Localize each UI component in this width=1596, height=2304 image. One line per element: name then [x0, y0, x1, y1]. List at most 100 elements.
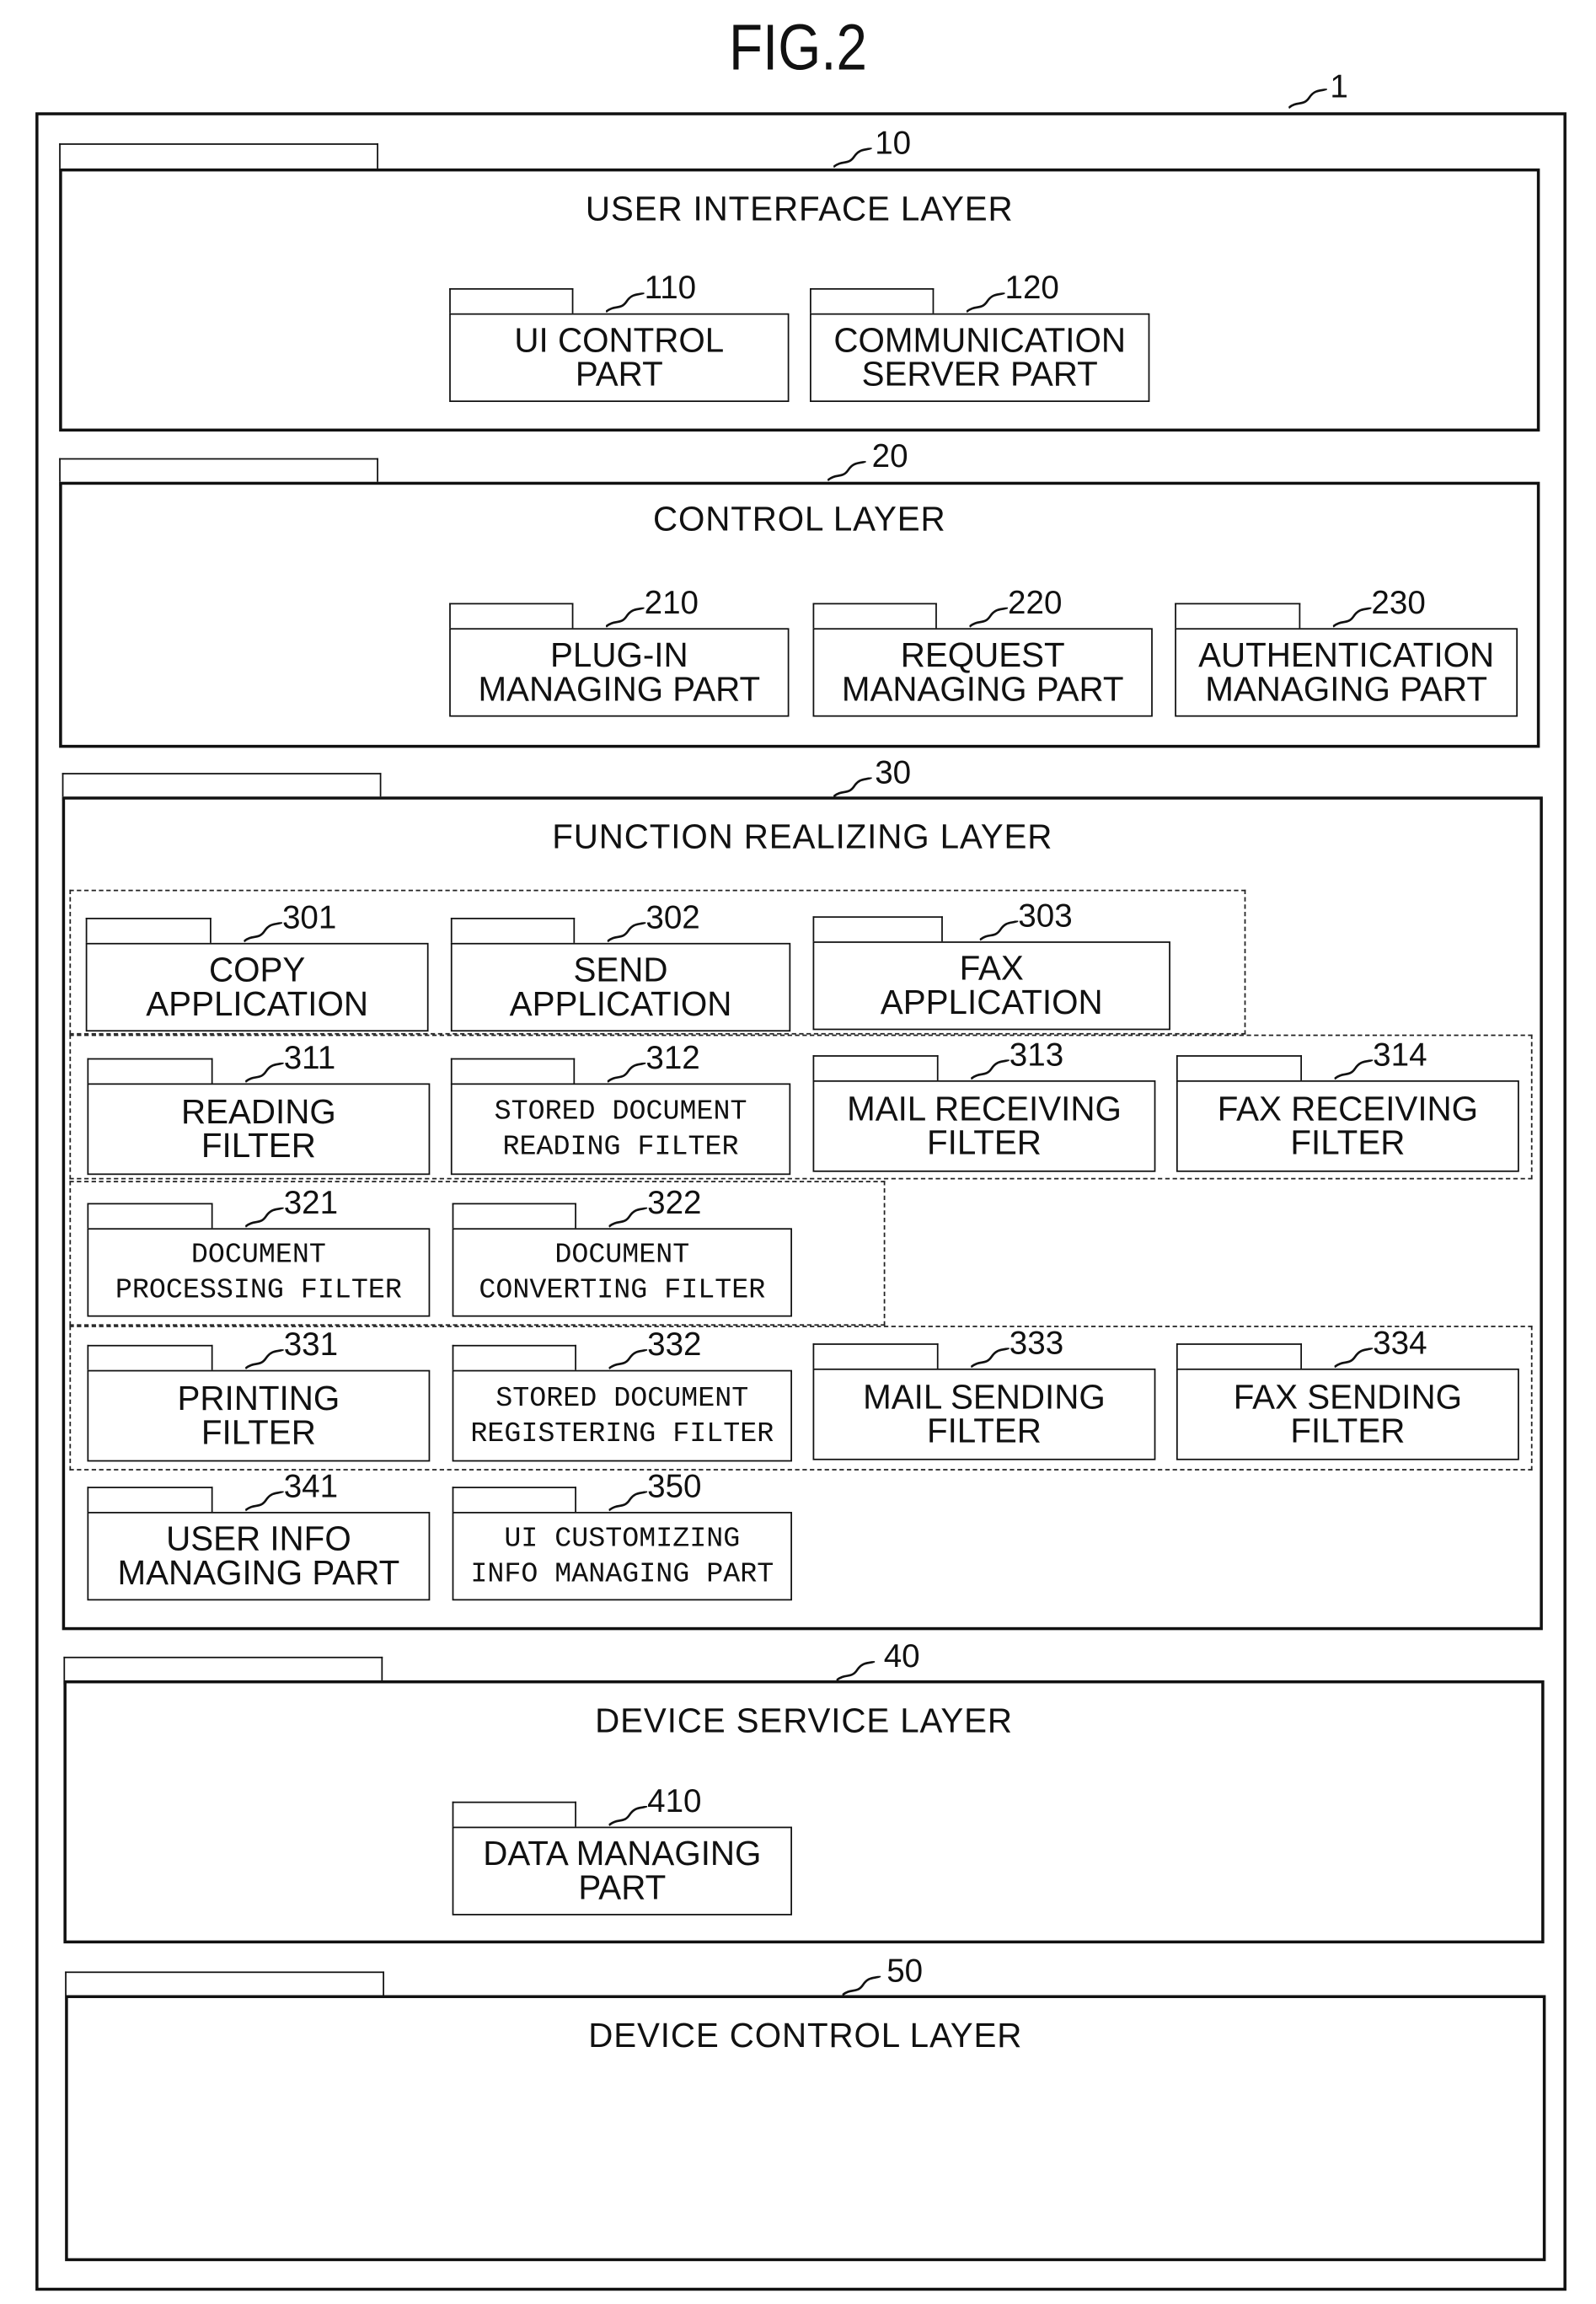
component-341: USER INFO MANAGING PART: [87, 1512, 431, 1601]
component-label: DOCUMENT PROCESSING FILTER: [115, 1237, 402, 1308]
component-ref: 220: [1008, 583, 1063, 621]
component-302: SEND APPLICATION: [450, 942, 791, 1032]
component-label: FAX RECEIVING FILTER: [1217, 1089, 1479, 1160]
label-line: APPLICATION: [509, 983, 732, 1023]
component-333: MAIL SENDING FILTER: [812, 1368, 1156, 1460]
label-line: REGISTERING FILTER: [470, 1417, 774, 1450]
component-311: READING FILTER: [87, 1083, 431, 1176]
component-label: MAIL RECEIVING FILTER: [847, 1091, 1122, 1162]
layer-ref: 50: [886, 1952, 924, 1990]
label-line: INFO MANAGING PART: [470, 1557, 774, 1590]
component-350: UI CUSTOMIZING INFO MANAGING PART: [452, 1512, 792, 1601]
component-ref: 333: [1009, 1324, 1064, 1362]
leader-line: [244, 922, 282, 943]
label-line: MANAGING PART: [841, 669, 1124, 709]
component-ref: 311: [283, 1038, 336, 1076]
label-line: DOCUMENT: [190, 1238, 326, 1272]
leader-line: [1332, 607, 1372, 628]
leader-line: [842, 1975, 881, 1996]
component-tab: [812, 916, 943, 943]
leader-line: [979, 920, 1019, 941]
leader-line: [971, 1348, 1010, 1369]
leader-line: [833, 777, 872, 798]
leader-line: [606, 292, 645, 313]
label-line: SEND: [573, 950, 668, 989]
component-label: DOCUMENT CONVERTING FILTER: [479, 1237, 765, 1308]
leader-line: [245, 1207, 284, 1228]
figure-title: FIG.2: [728, 12, 868, 84]
label-line: UI CUSTOMIZING: [504, 1522, 741, 1555]
component-label: AUTHENTICATION MANAGING PART: [1198, 638, 1494, 707]
layer-title: FUNCTION REALIZING LAYER: [552, 817, 1053, 856]
component-label: STORED DOCUMENT REGISTERING FILTER: [470, 1380, 774, 1451]
label-line: STORED DOCUMENT: [494, 1095, 747, 1128]
component-ref: 350: [647, 1467, 702, 1505]
layer-title: CONTROL LAYER: [652, 499, 946, 538]
label-line: PART: [575, 354, 663, 394]
component-tab: [812, 1343, 939, 1370]
component-tab: [452, 1487, 576, 1514]
label-line: FILTER: [926, 1123, 1042, 1162]
component-322: DOCUMENT CONVERTING FILTER: [452, 1228, 792, 1317]
label-line: PLUG-IN: [549, 635, 688, 674]
component-tab: [87, 1487, 213, 1514]
component-label: MAIL SENDING FILTER: [863, 1380, 1106, 1449]
leader-line: [608, 1806, 648, 1826]
component-ref: 120: [1004, 269, 1059, 307]
layer-title: DEVICE CONTROL LAYER: [588, 2016, 1023, 2055]
figure: FIG.2 1 USER INTERFACE LAYER 10 CONTROL …: [0, 0, 1596, 2304]
component-tab: [87, 1344, 213, 1372]
label-line: COMMUNICATION: [833, 320, 1126, 360]
label-line: READING FILTER: [502, 1130, 739, 1164]
label-line: FAX SENDING: [1233, 1377, 1462, 1417]
component-331: PRINTING FILTER: [87, 1369, 431, 1462]
label-line: FILTER: [201, 1126, 316, 1165]
layer-ref: 30: [875, 753, 912, 791]
component-120: COMMUNICATION SERVER PART: [810, 313, 1150, 403]
component-314: FAX RECEIVING FILTER: [1176, 1080, 1519, 1172]
leader-line: [608, 1349, 648, 1369]
component-label: READING FILTER: [181, 1095, 336, 1163]
component-label: SEND APPLICATION: [509, 950, 732, 1023]
label-line: COPY: [208, 950, 306, 989]
layer-user-interface: USER INTERFACE LAYER: [59, 168, 1540, 432]
label-line: PROCESSING FILTER: [115, 1273, 402, 1307]
leader-line: [607, 922, 646, 943]
component-tab: [85, 918, 212, 945]
label-line: FAX RECEIVING: [1217, 1089, 1479, 1128]
component-410: DATA MANAGING PART: [452, 1826, 792, 1916]
component-tab: [87, 1058, 213, 1085]
leader-line: [606, 607, 645, 628]
component-110: UI CONTROL PART: [449, 313, 790, 403]
component-label: STORED DOCUMENT READING FILTER: [495, 1094, 747, 1165]
layer-ref: 10: [875, 124, 912, 162]
label-line: MANAGING PART: [478, 669, 761, 709]
component-tab: [452, 1203, 576, 1230]
leader-line: [969, 607, 1009, 628]
component-334: FAX SENDING FILTER: [1176, 1368, 1519, 1460]
component-ref: 322: [647, 1183, 702, 1221]
component-332: STORED DOCUMENT REGISTERING FILTER: [452, 1369, 792, 1462]
component-tab: [1175, 603, 1301, 630]
label-line: REQUEST: [900, 635, 1065, 674]
component-220: REQUEST MANAGING PART: [812, 628, 1153, 717]
component-ref: 341: [283, 1467, 339, 1505]
component-label: UI CUSTOMIZING INFO MANAGING PART: [470, 1521, 774, 1592]
component-label: FAX APPLICATION: [881, 951, 1103, 1020]
label-line: DOCUMENT: [554, 1238, 690, 1272]
component-312: STORED DOCUMENT READING FILTER: [450, 1083, 791, 1176]
component-ref: 312: [645, 1038, 700, 1076]
leader-line: [1334, 1348, 1374, 1369]
component-ref: 313: [1009, 1036, 1064, 1074]
label-line: FILTER: [1290, 1411, 1406, 1450]
label-line: FILTER: [926, 1411, 1042, 1450]
component-label: FAX SENDING FILTER: [1234, 1380, 1462, 1449]
component-label: DATA MANAGING PART: [483, 1836, 761, 1905]
component-label: USER INFO MANAGING PART: [118, 1521, 400, 1590]
leader-line: [245, 1491, 284, 1512]
component-tab: [449, 287, 574, 315]
component-tab: [1176, 1343, 1303, 1370]
component-tab: [449, 603, 574, 630]
component-label: COMMUNICATION SERVER PART: [833, 320, 1126, 392]
component-ref: 302: [645, 898, 700, 936]
